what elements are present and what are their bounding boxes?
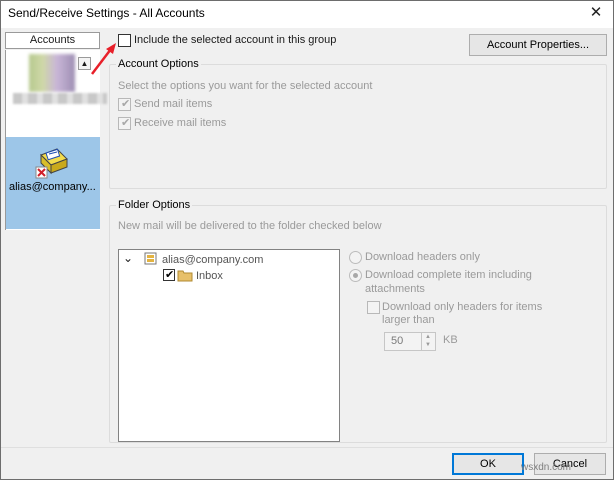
blurred-account-icon[interactable] [29, 54, 75, 92]
check-icon: ✔ [121, 117, 131, 129]
send-receive-settings-dialog: Send/Receive Settings - All Accounts ✕ A… [0, 0, 614, 480]
tree-inbox[interactable]: Inbox [196, 270, 223, 282]
account-options-description: Select the options you want for the sele… [118, 80, 373, 92]
inbox-folder-icon [177, 270, 193, 282]
check-icon: ✔ [165, 269, 175, 281]
stepper-buttons[interactable]: ▲ ▼ [421, 333, 435, 350]
title-bar: Send/Receive Settings - All Accounts ✕ [1, 1, 613, 28]
check-icon: ✔ [121, 98, 131, 110]
download-large-headers-checkbox[interactable] [367, 301, 380, 314]
accounts-header: Accounts [5, 32, 100, 49]
stepper-down-icon[interactable]: ▼ [425, 342, 431, 348]
size-limit-stepper[interactable]: 50 ▲ ▼ [384, 332, 436, 351]
tree-root-account[interactable]: alias@company.com [162, 254, 263, 266]
send-mail-checkbox[interactable]: ✔ [118, 98, 131, 111]
download-large-label-1: Download only headers for items [382, 301, 543, 313]
download-complete-radio[interactable] [349, 269, 362, 282]
download-complete-label-2: attachments [365, 283, 425, 295]
download-headers-only-radio[interactable] [349, 251, 362, 264]
account-options-title: Account Options [116, 58, 201, 70]
window-title: Send/Receive Settings - All Accounts [8, 6, 205, 20]
receive-mail-checkbox[interactable]: ✔ [118, 117, 131, 130]
footer-divider [1, 447, 613, 448]
include-account-label: Include the selected account in this gro… [134, 34, 337, 46]
receive-mail-label: Receive mail items [134, 117, 227, 129]
selected-account-label: alias@company... [9, 181, 96, 193]
inbox-checkbox[interactable]: ✔ [163, 269, 175, 281]
download-large-label-2: larger than [382, 314, 435, 326]
mailbox-icon [144, 252, 157, 265]
watermark: wsxdn.com [521, 462, 572, 473]
folder-options-title: Folder Options [116, 199, 193, 211]
blurred-account-label[interactable] [13, 93, 107, 104]
include-account-checkbox[interactable] [118, 34, 131, 47]
size-unit-label: KB [443, 334, 458, 346]
send-mail-label: Send mail items [134, 98, 213, 110]
folder-tree[interactable] [118, 249, 340, 442]
close-icon[interactable]: ✕ [581, 3, 611, 23]
ok-button[interactable]: OK [452, 453, 524, 475]
stepper-up-icon[interactable]: ▲ [425, 334, 431, 340]
download-headers-only-label: Download headers only [365, 251, 480, 263]
expand-chevron-icon[interactable]: ⌄ [123, 251, 133, 265]
account-properties-button[interactable]: Account Properties... [469, 34, 607, 56]
folder-options-description: New mail will be delivered to the folder… [118, 220, 382, 232]
download-complete-label-1: Download complete item including [365, 269, 532, 281]
account-envelope-icon [35, 148, 68, 179]
size-limit-value[interactable]: 50 [391, 335, 403, 347]
